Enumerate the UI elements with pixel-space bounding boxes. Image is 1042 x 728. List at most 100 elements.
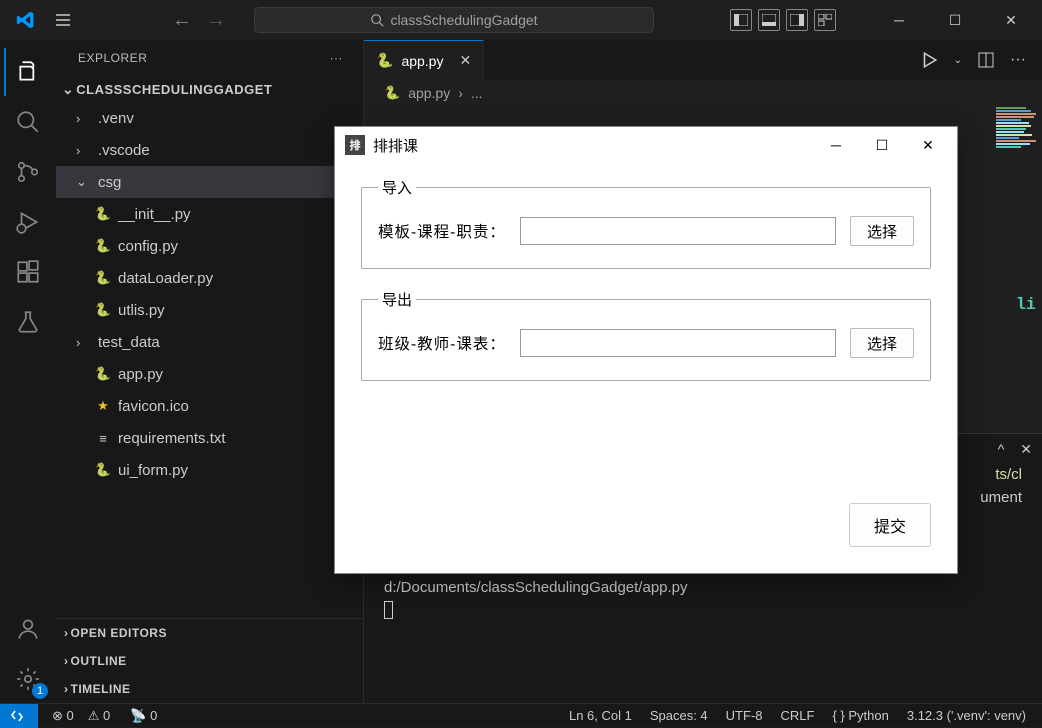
python-file-icon: 🐍 [94,269,112,287]
editor-more-icon[interactable]: ··· [1010,51,1026,69]
export-browse-button[interactable]: 选择 [850,328,914,358]
file-favicon[interactable]: ★favicon.ico [56,390,363,422]
import-path-input[interactable] [520,217,836,245]
status-encoding[interactable]: UTF-8 [726,708,763,723]
menu-icon[interactable] [54,11,72,29]
folder-vscode[interactable]: ›.vscode [56,134,363,166]
maximize-button[interactable]: ☐ [932,4,978,36]
folder-testdata[interactable]: ›test_data [56,326,363,358]
export-label: 班级-教师-课表： [378,332,506,354]
status-language[interactable]: { } Python [832,708,888,723]
dialog-app-icon: 排 [345,135,365,155]
activity-settings-icon[interactable]: 1 [4,655,52,703]
dialog-minimize-button[interactable]: ─ [813,130,859,160]
close-button[interactable]: ✕ [988,4,1034,36]
file-init[interactable]: 🐍__init__.py [56,198,363,230]
status-python-env[interactable]: 3.12.3 ('.venv': venv) [907,708,1026,723]
layout-controls [730,9,836,31]
activity-testing-icon[interactable] [4,298,52,346]
file-app[interactable]: 🐍app.py [56,358,363,390]
activity-search-icon[interactable] [4,98,52,146]
submit-button[interactable]: 提交 [849,503,931,547]
run-play-icon[interactable] [920,51,938,69]
python-file-icon: 🐍 [94,461,112,479]
python-file-icon: 🐍 [376,52,393,69]
breadcrumb-file: app.py [408,85,450,101]
dialog-close-button[interactable]: ✕ [905,130,951,160]
remote-button[interactable] [0,704,38,728]
explorer-sidebar: EXPLORER ··· ⌄ CLASSSCHEDULINGGADGET ›.v… [56,40,364,703]
term-frag: ts/cl [995,466,1022,483]
chevron-right-icon: › [76,111,92,126]
dialog-title: 排排课 [373,135,418,156]
file-uiform[interactable]: 🐍ui_form.py [56,454,363,486]
chevron-right-icon: › [64,682,69,696]
activity-source-control-icon[interactable] [4,148,52,196]
status-port[interactable]: 📡 0 [130,708,157,724]
nav-arrows: ← → [172,9,226,32]
terminal-maximize-icon[interactable]: ^ [998,441,1005,457]
command-search-box[interactable]: classSchedulingGadget [254,7,654,33]
file-utlis[interactable]: 🐍utlis.py [56,294,363,326]
favicon-file-icon: ★ [94,397,112,415]
status-bar: ⊗ 0 ⚠ 0 📡 0 Ln 6, Col 1 Spaces: 4 UTF-8 … [0,703,1042,727]
chevron-right-icon: › [64,654,69,668]
file-requirements[interactable]: ≡requirements.txt [56,422,363,454]
activity-explorer-icon[interactable] [4,48,52,96]
status-errors[interactable]: ⊗ 0 [52,708,74,724]
sidebar-more-icon[interactable]: ··· [330,51,344,65]
status-eol[interactable]: CRLF [781,708,815,723]
panel-timeline[interactable]: ›TIMELINE [56,675,363,703]
terminal-cursor [384,599,1022,622]
folder-csg[interactable]: ⌄csg [56,166,363,198]
split-editor-icon[interactable] [978,52,994,68]
import-legend: 导入 [378,177,416,198]
chevron-right-icon: › [76,335,92,350]
file-dataloader[interactable]: 🐍dataLoader.py [56,262,363,294]
panel-open-editors[interactable]: ›OPEN EDITORS [56,619,363,647]
chevron-down-icon: ⌄ [62,81,74,98]
chevron-right-icon: › [76,143,92,158]
settings-badge: 1 [32,683,48,699]
nav-back-icon[interactable]: ← [172,9,192,32]
export-fieldset: 导出 班级-教师-课表： 选择 [361,289,931,381]
dialog-window: 排 排排课 ─ ☐ ✕ 导入 模板-课程-职责： 选择 导出 班级-教师-课表：… [334,126,958,574]
file-tree: ›.venv ›.vscode ⌄csg 🐍__init__.py 🐍confi… [56,102,363,618]
editor-tabs: 🐍 app.py ✕ ⌄ ··· [364,40,1042,80]
tab-app-py[interactable]: 🐍 app.py ✕ [364,40,484,80]
status-lncol[interactable]: Ln 6, Col 1 [569,708,632,723]
activity-bar: 1 [0,40,56,703]
breadcrumb[interactable]: 🐍 app.py › ... [364,80,1042,106]
layout-panel-left-icon[interactable] [730,9,752,31]
activity-run-debug-icon[interactable] [4,198,52,246]
tab-label: app.py [401,53,443,69]
activity-extensions-icon[interactable] [4,248,52,296]
python-file-icon: 🐍 [384,85,400,101]
activity-account-icon[interactable] [4,605,52,653]
run-dropdown-icon[interactable]: ⌄ [954,55,962,66]
export-legend: 导出 [378,289,416,310]
dialog-titlebar[interactable]: 排 排排课 ─ ☐ ✕ [335,127,957,163]
terminal-close-icon[interactable]: ✕ [1020,441,1032,458]
layout-panel-right-icon[interactable] [786,9,808,31]
dialog-body: 导入 模板-课程-职责： 选择 导出 班级-教师-课表： 选择 提交 [335,163,957,573]
status-spaces[interactable]: Spaces: 4 [650,708,708,723]
nav-forward-icon[interactable]: → [206,9,226,32]
layout-panel-bottom-icon[interactable] [758,9,780,31]
breadcrumb-separator: › [458,85,463,101]
minimize-button[interactable]: ─ [876,4,922,36]
python-file-icon: 🐍 [94,205,112,223]
panel-outline[interactable]: ›OUTLINE [56,647,363,675]
status-warnings[interactable]: ⚠ 0 [88,708,111,724]
dialog-maximize-button[interactable]: ☐ [859,130,905,160]
import-browse-button[interactable]: 选择 [850,216,914,246]
minimap[interactable] [992,106,1042,426]
text-file-icon: ≡ [94,429,112,447]
folder-venv[interactable]: ›.venv [56,102,363,134]
chevron-right-icon: › [64,626,69,640]
file-config[interactable]: 🐍config.py [56,230,363,262]
layout-customize-icon[interactable] [814,9,836,31]
export-path-input[interactable] [520,329,836,357]
project-header[interactable]: ⌄ CLASSSCHEDULINGGADGET [56,76,363,102]
tab-close-icon[interactable]: ✕ [459,52,471,69]
